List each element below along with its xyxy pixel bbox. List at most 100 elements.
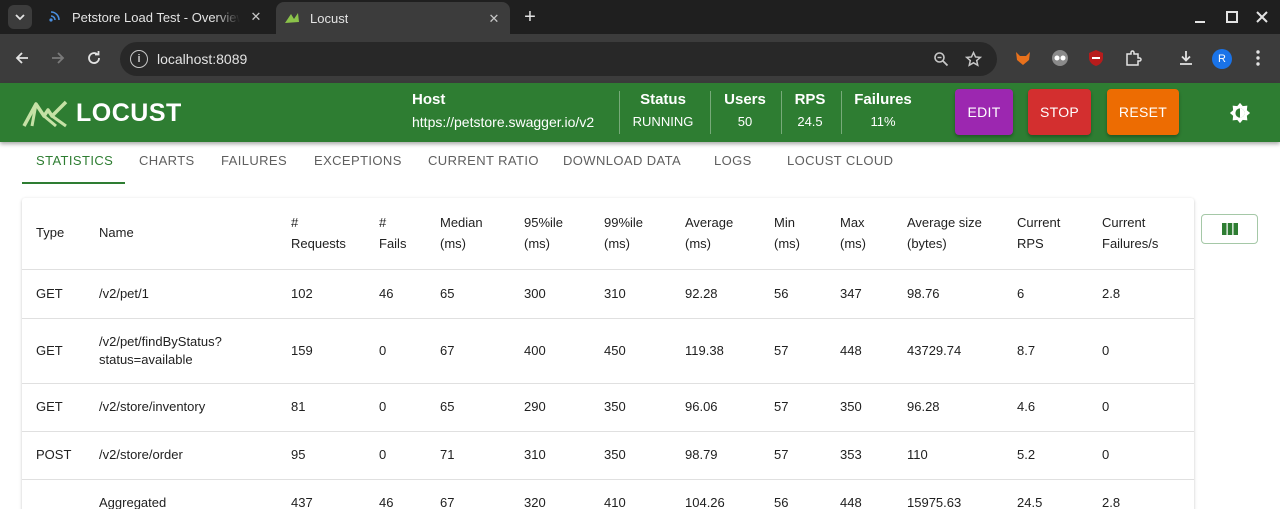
browser-tab-overview[interactable]: Petstore Load Test - Overview ✕ bbox=[38, 0, 272, 34]
statistics-table: Type Name # Requests # Fails Median (ms)… bbox=[22, 198, 1194, 509]
host-value: https://petstore.swagger.io/v2 bbox=[412, 114, 595, 130]
minimize-icon bbox=[1195, 21, 1205, 23]
cell-min: 56 bbox=[774, 495, 789, 509]
cell-median: 67 bbox=[440, 343, 455, 358]
cell-min: 57 bbox=[774, 399, 789, 414]
column-header-fails[interactable]: # Fails bbox=[379, 212, 406, 254]
download-icon[interactable] bbox=[1175, 47, 1197, 69]
tab-search-button[interactable] bbox=[8, 5, 32, 29]
reload-button[interactable] bbox=[82, 46, 106, 70]
table-row: GET /v2/pet/1 102 46 65 300 310 92.28 56… bbox=[22, 270, 1194, 319]
close-window-button[interactable] bbox=[1246, 0, 1278, 34]
table-row: GET /v2/store/inventory 81 0 65 290 350 … bbox=[22, 384, 1194, 432]
tab-logs[interactable]: LOGS bbox=[714, 142, 752, 184]
cell-max: 448 bbox=[840, 495, 862, 509]
close-icon[interactable]: ✕ bbox=[248, 9, 264, 25]
cell-average: 92.28 bbox=[685, 286, 718, 301]
plus-icon: + bbox=[524, 5, 536, 28]
cell-type: POST bbox=[36, 447, 72, 462]
host-stat: Host https://petstore.swagger.io/v2 bbox=[412, 91, 594, 130]
header-line: (bytes) bbox=[907, 236, 947, 251]
tab-title: Petstore Load Test - Overview bbox=[72, 9, 240, 25]
header-line: Current bbox=[1102, 215, 1146, 230]
profile-avatar[interactable]: R bbox=[1212, 49, 1232, 69]
column-header-median[interactable]: Median (ms) bbox=[440, 212, 483, 254]
address-url[interactable]: localhost:8089 bbox=[157, 51, 247, 67]
edit-button[interactable]: EDIT bbox=[955, 89, 1013, 135]
column-header-95ile[interactable]: 95%ile (ms) bbox=[524, 212, 563, 254]
column-header-name[interactable]: Name bbox=[99, 222, 134, 243]
locust-header: LOCUST Host https://petstore.swagger.io/… bbox=[0, 83, 1280, 142]
cell-name: /v2/pet/1 bbox=[99, 286, 149, 301]
view-columns-icon bbox=[1221, 223, 1238, 235]
theme-toggle-button[interactable] bbox=[1224, 97, 1256, 129]
column-header-requests[interactable]: # Requests bbox=[291, 212, 346, 254]
tab-exceptions[interactable]: EXCEPTIONS bbox=[314, 142, 402, 184]
address-bar[interactable]: i localhost:8089 bbox=[120, 42, 997, 76]
column-header-min[interactable]: Min (ms) bbox=[774, 212, 800, 254]
reset-button[interactable]: RESET bbox=[1107, 89, 1179, 135]
divider bbox=[619, 91, 620, 134]
failures-label: Failures bbox=[854, 91, 912, 108]
users-label: Users bbox=[724, 91, 766, 108]
tab-failures[interactable]: FAILURES bbox=[221, 142, 287, 184]
cell-current-rps: 5.2 bbox=[1017, 447, 1036, 462]
header-line: # bbox=[379, 215, 387, 230]
cell-requests: 159 bbox=[291, 343, 313, 358]
maximize-button[interactable] bbox=[1216, 0, 1248, 34]
cell-99ile: 350 bbox=[604, 399, 626, 414]
cell-median: 65 bbox=[440, 399, 455, 414]
cell-current-failures: 0 bbox=[1102, 399, 1110, 414]
tab-download-data[interactable]: DOWNLOAD DATA bbox=[563, 142, 681, 184]
cell-type: GET bbox=[36, 343, 63, 358]
name-line: /v2/pet/findByStatus? bbox=[99, 334, 222, 349]
cell-average: 98.79 bbox=[685, 447, 718, 462]
tab-charts[interactable]: CHARTS bbox=[139, 142, 195, 184]
column-header-average[interactable]: Average (ms) bbox=[685, 212, 733, 254]
rps-label: RPS bbox=[794, 91, 826, 108]
cell-current-failures: 0 bbox=[1102, 343, 1110, 358]
tab-title: Locust bbox=[310, 10, 349, 26]
bookmark-star-icon[interactable] bbox=[963, 49, 983, 69]
header-line: (ms) bbox=[440, 236, 466, 251]
close-icon[interactable]: ✕ bbox=[486, 11, 502, 27]
column-header-current-failures[interactable]: Current Failures/s bbox=[1102, 212, 1158, 254]
column-header-99ile[interactable]: 99%ile (ms) bbox=[604, 212, 643, 254]
header-line: Fails bbox=[379, 236, 407, 251]
header-line: Max bbox=[840, 215, 865, 230]
header-line: (ms) bbox=[840, 236, 866, 251]
arrow-right-icon bbox=[52, 52, 65, 64]
glasses-extension-icon[interactable] bbox=[1049, 47, 1071, 69]
locust-logo[interactable]: LOCUST bbox=[22, 99, 182, 128]
tab-statistics[interactable]: STATISTICS bbox=[36, 142, 113, 184]
cell-min: 57 bbox=[774, 343, 789, 358]
browser-tab-locust[interactable]: Locust ✕ bbox=[276, 2, 510, 34]
fox-extension-icon[interactable] bbox=[1012, 47, 1034, 69]
header-line: (ms) bbox=[604, 236, 630, 251]
table-row-aggregated: Aggregated 437 46 67 320 410 104.26 56 4… bbox=[22, 480, 1194, 509]
zoom-icon[interactable] bbox=[931, 49, 951, 69]
column-selector-button[interactable] bbox=[1201, 214, 1258, 244]
stop-button[interactable]: STOP bbox=[1028, 89, 1091, 135]
header-line: 99%ile bbox=[604, 215, 644, 230]
header-line: Average size bbox=[907, 215, 982, 230]
brightness-icon bbox=[1229, 102, 1251, 124]
minimize-button[interactable] bbox=[1184, 0, 1216, 34]
new-tab-button[interactable]: + bbox=[518, 5, 542, 29]
back-button[interactable] bbox=[10, 46, 34, 70]
column-header-type[interactable]: Type bbox=[36, 222, 64, 243]
cell-requests: 81 bbox=[291, 399, 306, 414]
tab-locust-cloud[interactable]: LOCUST CLOUD bbox=[787, 142, 893, 184]
puzzle-extensions-icon[interactable] bbox=[1122, 47, 1144, 69]
forward-button[interactable] bbox=[46, 46, 70, 70]
cell-average: 96.06 bbox=[685, 399, 718, 414]
column-header-max[interactable]: Max (ms) bbox=[840, 212, 866, 254]
kebab-menu-icon[interactable] bbox=[1247, 47, 1269, 69]
cell-99ile: 310 bbox=[604, 286, 626, 301]
column-header-average-size[interactable]: Average size (bytes) bbox=[907, 212, 982, 254]
shield-extension-icon[interactable] bbox=[1085, 47, 1107, 69]
tab-current-ratio[interactable]: CURRENT RATIO bbox=[428, 142, 539, 184]
column-header-current-rps[interactable]: Current RPS bbox=[1017, 212, 1060, 254]
site-info-icon[interactable]: i bbox=[130, 50, 148, 68]
cell-average-size: 98.76 bbox=[907, 286, 940, 301]
